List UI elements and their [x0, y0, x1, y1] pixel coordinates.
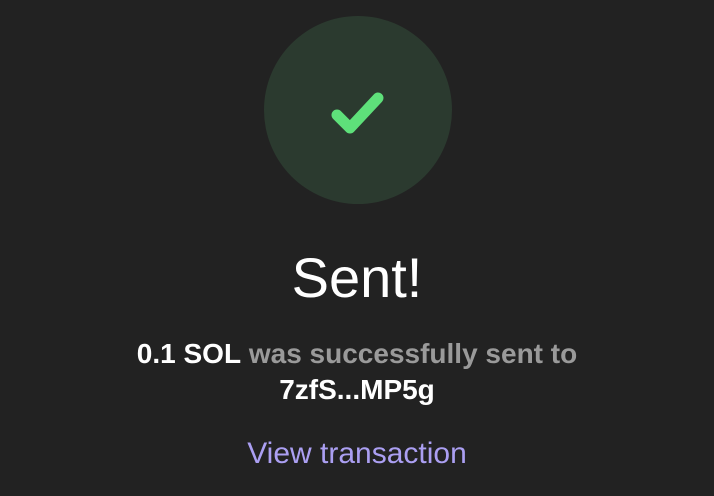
message-text: was successfully sent to	[248, 338, 578, 369]
sent-amount: 0.1 SOL	[136, 338, 242, 369]
success-circle	[264, 16, 452, 204]
checkmark-icon	[331, 92, 384, 134]
success-message: 0.1 SOL was successfully sent to	[0, 336, 714, 372]
page-title: Sent!	[291, 246, 423, 309]
view-transaction-link[interactable]: View transaction	[0, 434, 714, 474]
recipient-address: 7zfS...MP5g	[279, 374, 435, 405]
